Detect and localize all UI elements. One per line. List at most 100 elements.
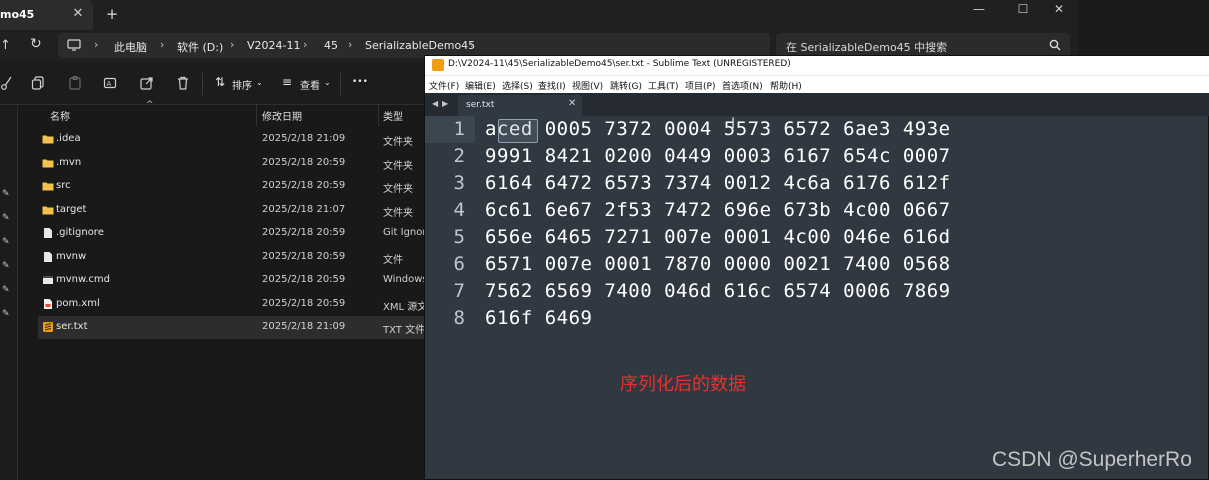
code-line: 4 6c61 6e67 2f53 7472 696e 673b 4c00 0667 xyxy=(425,198,1209,225)
close-tab-icon[interactable]: ✕ xyxy=(70,6,86,22)
menu-goto[interactable]: 跳转(G) xyxy=(610,79,642,92)
column-divider[interactable] xyxy=(256,104,257,126)
sort-button[interactable]: 排序 xyxy=(232,77,252,92)
sublime-text-window: D:\V2024-11\45\SerializableDemo45\ser.tx… xyxy=(424,55,1209,480)
file-type: 文件夹 xyxy=(383,137,413,148)
share-icon[interactable] xyxy=(139,75,155,91)
cmd-file-icon xyxy=(43,276,53,284)
tab-scroll-left-icon[interactable]: ◀ xyxy=(432,99,438,108)
pin-icon: ✎ xyxy=(2,189,10,199)
column-header-type[interactable]: 类型 xyxy=(383,108,403,123)
refresh-icon[interactable]: ↻ xyxy=(30,36,42,52)
line-text[interactable]: 656e 6465 7271 007e 0001 4c00 046e 616d xyxy=(485,226,951,248)
delete-icon[interactable] xyxy=(175,75,191,91)
file-name: target xyxy=(56,203,87,215)
code-line: 7 7562 6569 7400 046d 616c 6574 0006 7869 xyxy=(425,279,1209,306)
file-row[interactable]: mvnw 2025/2/18 20:59 文件 xyxy=(38,246,438,269)
file-date: 2025/2/18 20:59 xyxy=(262,180,346,191)
maximize-button[interactable]: ☐ xyxy=(1006,0,1040,18)
breadcrumb-v2024-11[interactable]: V2024-11 xyxy=(247,39,301,52)
file-row[interactable]: .gitignore 2025/2/18 20:59 Git Ignore xyxy=(38,222,438,245)
file-type: 文件夹 xyxy=(383,184,413,195)
line-number: 3 xyxy=(453,172,465,194)
column-header-name[interactable]: 名称 xyxy=(50,108,70,123)
paste-icon[interactable] xyxy=(67,75,83,91)
more-options-button[interactable]: ••• xyxy=(352,77,368,87)
menu-edit[interactable]: 编辑(E) xyxy=(465,79,496,92)
line-text[interactable]: 6164 6472 6573 7374 0012 4c6a 6176 612f xyxy=(485,172,951,194)
file-type: Windows xyxy=(383,274,428,285)
menu-tools[interactable]: 工具(T) xyxy=(648,79,679,92)
breadcrumb-drive-d[interactable]: 软件 (D:) xyxy=(177,39,223,55)
tab-ser-txt[interactable]: ser.txt ✕ xyxy=(458,95,582,116)
toolbar-divider xyxy=(340,73,341,95)
file-row[interactable]: .idea 2025/2/18 21:09 文件夹 xyxy=(38,128,438,151)
file-icon xyxy=(44,251,52,262)
explorer-title-bar: mo45 ✕ + — ☐ ✕ xyxy=(0,0,1078,30)
explorer-tab[interactable]: mo45 ✕ xyxy=(0,0,93,30)
file-name: pom.xml xyxy=(56,297,100,309)
toolbar-divider xyxy=(202,73,203,95)
close-tab-icon[interactable]: ✕ xyxy=(568,98,576,109)
pin-icon: ✎ xyxy=(2,261,10,271)
file-type: TXT 文件 xyxy=(383,325,426,336)
column-header-date[interactable]: 修改日期 xyxy=(262,108,302,123)
column-divider[interactable] xyxy=(378,104,379,126)
file-row[interactable]: src 2025/2/18 20:59 文件夹 xyxy=(38,175,438,198)
close-window-button[interactable]: ✕ xyxy=(1042,0,1076,18)
breadcrumb-this-pc[interactable]: 此电脑 xyxy=(114,39,147,55)
code-line: 2 9991 8421 0200 0449 0003 6167 654c 0007 xyxy=(425,144,1209,171)
file-row[interactable]: ser.txt 2025/2/18 21:09 TXT 文件 xyxy=(38,316,438,339)
code-line: 5 656e 6465 7271 007e 0001 4c00 046e 616d xyxy=(425,225,1209,252)
menu-help[interactable]: 帮助(H) xyxy=(770,79,802,92)
window-title: D:\V2024-11\45\SerializableDemo45\ser.tx… xyxy=(448,59,791,69)
line-text[interactable]: 9991 8421 0200 0449 0003 6167 654c 0007 xyxy=(485,145,951,167)
menu-file[interactable]: 文件(F) xyxy=(429,79,459,92)
menu-view[interactable]: 视图(V) xyxy=(572,79,603,92)
chevron-down-icon: ⌄ xyxy=(256,78,263,87)
svg-text:A: A xyxy=(107,80,112,88)
chevron-right-icon: › xyxy=(470,38,475,51)
tab-scroll-right-icon[interactable]: ▶ xyxy=(442,99,448,108)
breadcrumb-45[interactable]: 45 xyxy=(324,39,338,52)
file-type: 文件夹 xyxy=(383,207,413,219)
cut-icon[interactable] xyxy=(0,75,16,91)
pin-icon: ✎ xyxy=(2,237,10,247)
monitor-icon xyxy=(67,39,81,51)
new-tab-button[interactable]: + xyxy=(103,5,121,23)
line-text[interactable]: 7562 6569 7400 046d 616c 6574 0006 7869 xyxy=(485,280,951,302)
view-button[interactable]: 查看 xyxy=(300,77,320,92)
file-row[interactable]: .mvn 2025/2/18 20:59 文件夹 xyxy=(38,152,438,175)
up-arrow-icon[interactable]: ↑ xyxy=(0,38,11,53)
menu-project[interactable]: 项目(P) xyxy=(685,79,715,92)
file-row[interactable]: mvnw.cmd 2025/2/18 20:59 Windows xyxy=(38,269,438,292)
annotation-label: 序列化后的数据 xyxy=(620,374,746,395)
copy-icon[interactable] xyxy=(30,75,46,91)
menu-find[interactable]: 查找(I) xyxy=(538,79,566,92)
file-name: .idea xyxy=(56,133,81,144)
search-icon[interactable] xyxy=(1048,38,1062,52)
folder-icon xyxy=(42,206,54,214)
code-line: 6 6571 007e 0001 7870 0000 0021 7400 0568 xyxy=(425,252,1209,279)
menu-selection[interactable]: 选择(S) xyxy=(502,79,533,92)
menu-preferences[interactable]: 首选项(N) xyxy=(722,79,763,92)
line-number: 8 xyxy=(453,307,465,329)
line-text[interactable]: 616f 6469 xyxy=(485,307,592,329)
line-text[interactable]: aced 0005 7372 0004 5573 6572 6ae3 493e xyxy=(485,118,951,140)
file-date: 2025/2/18 21:09 xyxy=(262,321,346,332)
file-icon xyxy=(44,228,52,238)
chevron-down-icon: ⌄ xyxy=(324,78,331,87)
file-row[interactable]: target 2025/2/18 21:07 文件夹 xyxy=(38,199,438,222)
tab-label: ser.txt xyxy=(466,100,495,110)
sublime-title-bar: D:\V2024-11\45\SerializableDemo45\ser.tx… xyxy=(425,56,1209,75)
file-type: 文件夹 xyxy=(383,160,413,172)
minimize-button[interactable]: — xyxy=(962,0,996,18)
rename-icon[interactable]: A xyxy=(103,75,119,91)
file-date: 2025/2/18 20:59 xyxy=(262,156,346,168)
line-text[interactable]: 6571 007e 0001 7870 0000 0021 7400 0568 xyxy=(485,253,951,275)
chevron-right-icon: › xyxy=(230,38,235,51)
breadcrumb-serializabledemo45[interactable]: SerializableDemo45 xyxy=(365,39,475,52)
chevron-right-icon: › xyxy=(160,38,165,51)
line-text[interactable]: 6c61 6e67 2f53 7472 696e 673b 4c00 0667 xyxy=(485,199,951,221)
file-row[interactable]: pom.xml 2025/2/18 20:59 XML 源文件 xyxy=(38,293,438,316)
